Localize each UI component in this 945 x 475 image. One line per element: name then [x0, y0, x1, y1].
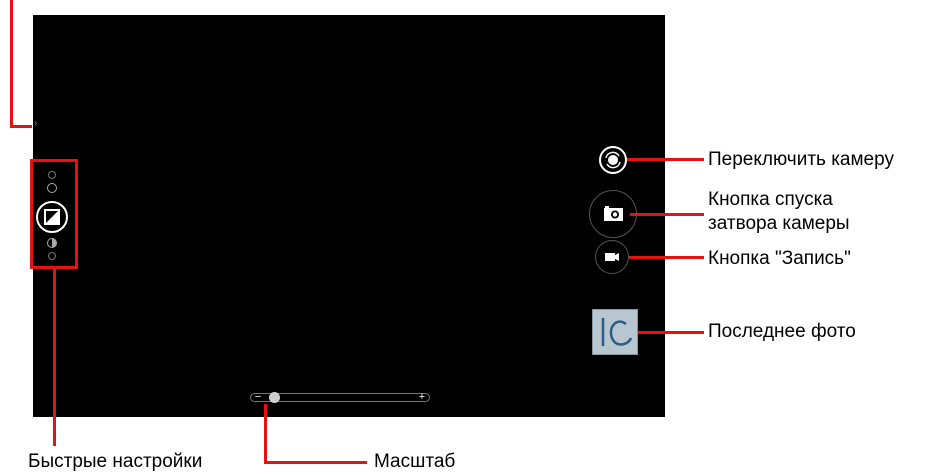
zoom-plus-button[interactable]: +: [417, 390, 427, 404]
zoom-thumb[interactable]: [269, 392, 280, 403]
zoom-minus-button[interactable]: −: [253, 390, 263, 404]
callout-line-quick-settings: [53, 268, 56, 446]
quick-settings-highlight: [30, 159, 78, 269]
zoom-slider[interactable]: − +: [250, 390, 430, 404]
callout-line-last-photo: [638, 331, 704, 334]
label-quick-settings: Быстрые настройки: [28, 451, 203, 472]
callout-line-edge: [10, 0, 13, 128]
edge-arrow-icon[interactable]: ›: [34, 118, 37, 129]
last-photo-image: [593, 310, 637, 354]
camera-viewfinder: [33, 15, 665, 417]
label-last-photo: Последнее фото: [708, 321, 856, 342]
callout-line-switch-camera: [627, 158, 704, 161]
switch-camera-button[interactable]: [599, 146, 627, 174]
label-shutter-line2: затвора камеры: [708, 213, 850, 234]
label-shutter-line1: Кнопка спуска: [708, 189, 833, 210]
record-button[interactable]: [595, 240, 629, 274]
video-camera-icon: [605, 253, 619, 261]
callout-line-zoom-h: [264, 461, 367, 464]
label-zoom: Масштаб: [374, 451, 456, 472]
callout-line-zoom-v: [264, 404, 267, 464]
callout-line-edge-h: [10, 125, 32, 128]
last-photo-thumbnail[interactable]: 10: [592, 309, 638, 355]
callout-line-shutter: [630, 213, 704, 216]
callout-line-record: [629, 256, 704, 259]
label-switch-camera: Переключить камеру: [708, 149, 894, 170]
switch-camera-icon: [605, 151, 621, 169]
label-record: Кнопка "Запись": [708, 248, 851, 269]
